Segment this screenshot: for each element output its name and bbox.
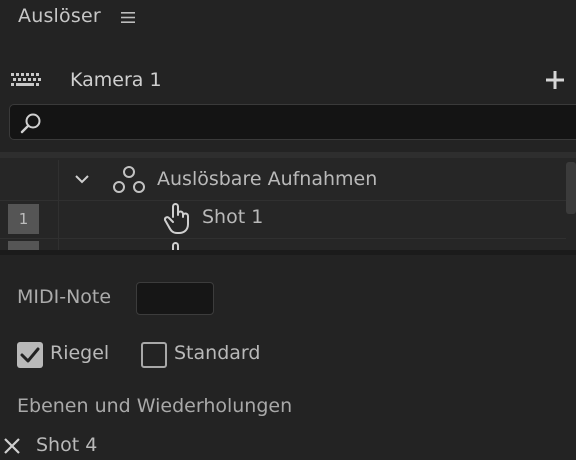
column-divider: [58, 160, 59, 250]
hand-pointer-icon: [163, 203, 189, 234]
row-number-badge: 1: [8, 204, 39, 234]
tree-item-row[interactable]: [0, 200, 566, 239]
panel-title: Auslöser: [18, 5, 101, 27]
checkmark-icon: [20, 347, 40, 363]
layers-section-label: Ebenen und Wiederholungen: [17, 395, 293, 417]
layer-item-label: Shot 4: [36, 434, 98, 456]
search-icon: [20, 113, 41, 134]
search-input[interactable]: [9, 104, 576, 140]
trigger-group-icon: [113, 166, 145, 193]
midi-note-label: MIDI-Note: [17, 286, 112, 308]
standard-checkbox[interactable]: [141, 342, 167, 368]
riegel-label[interactable]: Riegel: [50, 342, 109, 364]
camera-name[interactable]: Kamera 1: [70, 69, 162, 91]
midi-note-field[interactable]: [136, 282, 214, 315]
standard-label[interactable]: Standard: [174, 342, 260, 364]
keyboard-icon[interactable]: [11, 73, 41, 86]
riegel-checkbox[interactable]: [17, 342, 43, 368]
tree-header-bar: [0, 152, 576, 158]
panel-divider[interactable]: [0, 250, 576, 255]
shot-label: Shot 1: [202, 206, 264, 228]
plus-icon[interactable]: [545, 70, 565, 90]
chevron-down-icon[interactable]: [74, 173, 90, 185]
tree-scrollbar[interactable]: [566, 162, 576, 214]
triggers-panel: Auslöser Kamera 1 Auslösbare Aufnahmen 1…: [0, 0, 576, 460]
panel-header: Auslöser: [0, 0, 576, 40]
close-icon[interactable]: [3, 437, 21, 455]
group-label: Auslösbare Aufnahmen: [157, 168, 378, 190]
hamburger-menu-icon[interactable]: [121, 11, 135, 24]
